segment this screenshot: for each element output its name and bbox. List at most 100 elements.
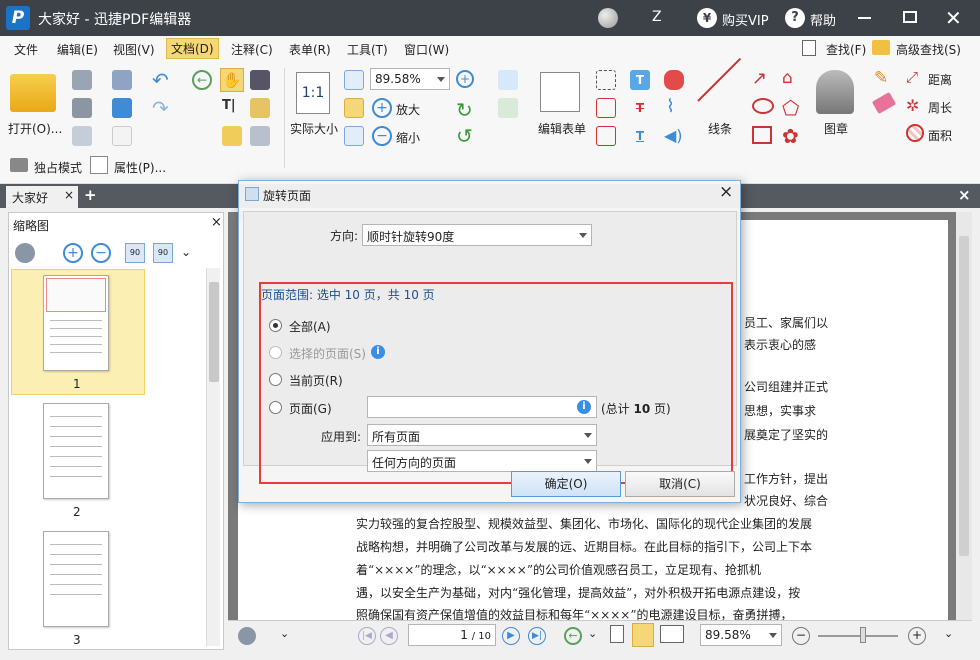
open-folder-icon[interactable] (10, 74, 56, 112)
panel-close-icon[interactable]: × (211, 215, 222, 230)
rotate-left-90-icon[interactable]: 90 (125, 243, 145, 263)
ok-button[interactable]: 确定(O) (511, 471, 621, 497)
area-icon[interactable] (906, 124, 924, 142)
status-chevron-icon[interactable]: ⌄ (280, 627, 289, 640)
rotate-cw-icon[interactable]: ↻ (456, 98, 473, 122)
distance-icon[interactable]: ⤢ (906, 68, 918, 86)
actual-size-icon[interactable]: 1:1 (296, 72, 330, 114)
zoom-in-icon[interactable]: + (372, 98, 392, 118)
buy-vip-button[interactable]: 购买VIP (722, 10, 769, 29)
menu-view[interactable]: 视图(V) (113, 41, 155, 58)
status-settings-icon[interactable] (238, 627, 256, 645)
radio-pages[interactable] (269, 401, 282, 414)
note-icon[interactable] (222, 126, 242, 146)
document-scrollbar[interactable] (956, 212, 972, 648)
status-more-icon[interactable]: ⌄ (944, 627, 953, 640)
edit-form-icon[interactable] (540, 72, 580, 112)
help-icon[interactable]: ? (785, 8, 805, 28)
tab-document[interactable]: 大家好 × (6, 186, 78, 208)
vip-icon[interactable]: ¥ (697, 8, 717, 28)
page-number-input[interactable]: 1 / 10 (408, 624, 496, 646)
minimize-icon[interactable] (858, 17, 871, 19)
continuous-page-icon[interactable] (632, 623, 654, 647)
zoom-select[interactable]: 89.58% (370, 68, 450, 90)
history-back-icon[interactable]: ← (564, 627, 582, 645)
thumbnail-page-1[interactable] (43, 275, 109, 371)
menu-edit[interactable]: 编辑(E) (57, 41, 98, 58)
menu-document[interactable]: 文档(D) (166, 38, 219, 59)
paste-icon[interactable] (250, 98, 270, 118)
redo-icon[interactable]: ↷ (152, 96, 169, 120)
pentagon-icon[interactable]: ⬠ (782, 96, 799, 120)
print-icon[interactable] (72, 98, 92, 118)
underline-icon[interactable]: T (630, 126, 650, 146)
theme-moon-icon[interactable] (598, 8, 618, 28)
add-tab-icon[interactable]: + (84, 186, 97, 204)
status-zoom-out-icon[interactable]: − (792, 627, 810, 645)
highlight-text-icon[interactable]: T (630, 70, 650, 90)
thumbnail-page-2[interactable] (43, 403, 109, 499)
menu-file[interactable]: 文件 (14, 41, 38, 58)
history-chevron-icon[interactable]: ⌄ (588, 627, 597, 640)
dialog-close-icon[interactable]: × (719, 182, 733, 202)
rotate-ccw-icon[interactable]: ↺ (456, 124, 473, 148)
thumbnail-scroll-thumb[interactable] (209, 282, 219, 382)
line-icon[interactable] (697, 57, 742, 102)
export-icon[interactable] (72, 126, 92, 146)
text-select-icon[interactable]: T| (222, 98, 236, 113)
menu-tools[interactable]: 工具(T) (347, 41, 388, 58)
select-object-icon[interactable] (498, 70, 518, 90)
arrow-icon[interactable]: ↗ (752, 68, 767, 89)
email-icon[interactable] (112, 70, 132, 90)
fit-page-icon[interactable] (344, 70, 364, 90)
zoom-in-small-icon[interactable]: + (456, 70, 474, 88)
snapshot-icon[interactable] (250, 70, 270, 90)
stamp-icon[interactable] (816, 70, 854, 114)
rotate-right-90-icon[interactable]: 90 (153, 243, 173, 263)
back-icon[interactable]: ← (192, 70, 212, 90)
radio-current-label[interactable]: 当前页(R) (289, 372, 343, 389)
thumbnail-scrollbar[interactable] (206, 268, 220, 646)
open-button[interactable]: 打开(O)... (8, 120, 62, 137)
zoom-slider[interactable] (818, 635, 898, 637)
fit-width-icon[interactable] (344, 98, 364, 118)
undo-icon[interactable]: ↶ (152, 68, 169, 92)
polygon-line-icon[interactable]: ⌂ (782, 68, 793, 88)
document-scroll-thumb[interactable] (959, 236, 969, 556)
thumb-zoom-out-icon[interactable]: − (91, 243, 111, 263)
radio-all[interactable] (269, 319, 282, 332)
direction-select[interactable]: 顺时针旋转90度 (362, 224, 592, 246)
pages-input[interactable] (367, 396, 597, 418)
zoom-in-button[interactable]: 放大 (396, 101, 420, 118)
strikeout-icon[interactable]: T (630, 98, 650, 118)
actual-size-button[interactable]: 实际大小 (290, 120, 338, 137)
scan-icon[interactable] (112, 98, 132, 118)
first-page-icon[interactable]: |◀ (358, 627, 376, 645)
radio-pages-label[interactable]: 页面(G) (289, 400, 332, 417)
find-icon[interactable] (802, 40, 816, 56)
close-all-tabs-icon[interactable]: × (958, 186, 971, 204)
rectangle-icon[interactable] (752, 126, 772, 144)
orientation-select[interactable]: 任何方向的页面 (367, 450, 597, 472)
new-doc-icon[interactable] (112, 126, 132, 146)
callout-icon[interactable] (596, 126, 616, 146)
zoom-out-button[interactable]: 缩小 (396, 129, 420, 146)
perimeter-icon[interactable]: ✲ (906, 96, 919, 115)
help-button[interactable]: 帮助 (810, 10, 836, 29)
radio-all-label[interactable]: 全部(A) (289, 318, 331, 335)
perimeter-button[interactable]: 周长 (928, 99, 952, 116)
last-page-icon[interactable]: ▶| (528, 627, 546, 645)
status-zoom-select[interactable]: 89.58% (700, 624, 782, 646)
stamp-button[interactable]: 图章 (824, 120, 848, 137)
maximize-icon[interactable] (903, 11, 917, 23)
next-page-icon[interactable]: ▶ (502, 627, 520, 645)
zoom-out-icon[interactable]: − (372, 126, 392, 146)
eraser-icon[interactable] (871, 91, 897, 115)
status-zoom-in-icon[interactable]: + (908, 627, 926, 645)
form-field-icon[interactable] (498, 98, 518, 118)
single-page-icon[interactable] (610, 625, 624, 643)
radio-current[interactable] (269, 373, 282, 386)
prev-page-icon[interactable]: ◀ (380, 627, 398, 645)
save-icon[interactable] (72, 70, 92, 90)
thumbnail-page-3[interactable] (43, 531, 109, 627)
